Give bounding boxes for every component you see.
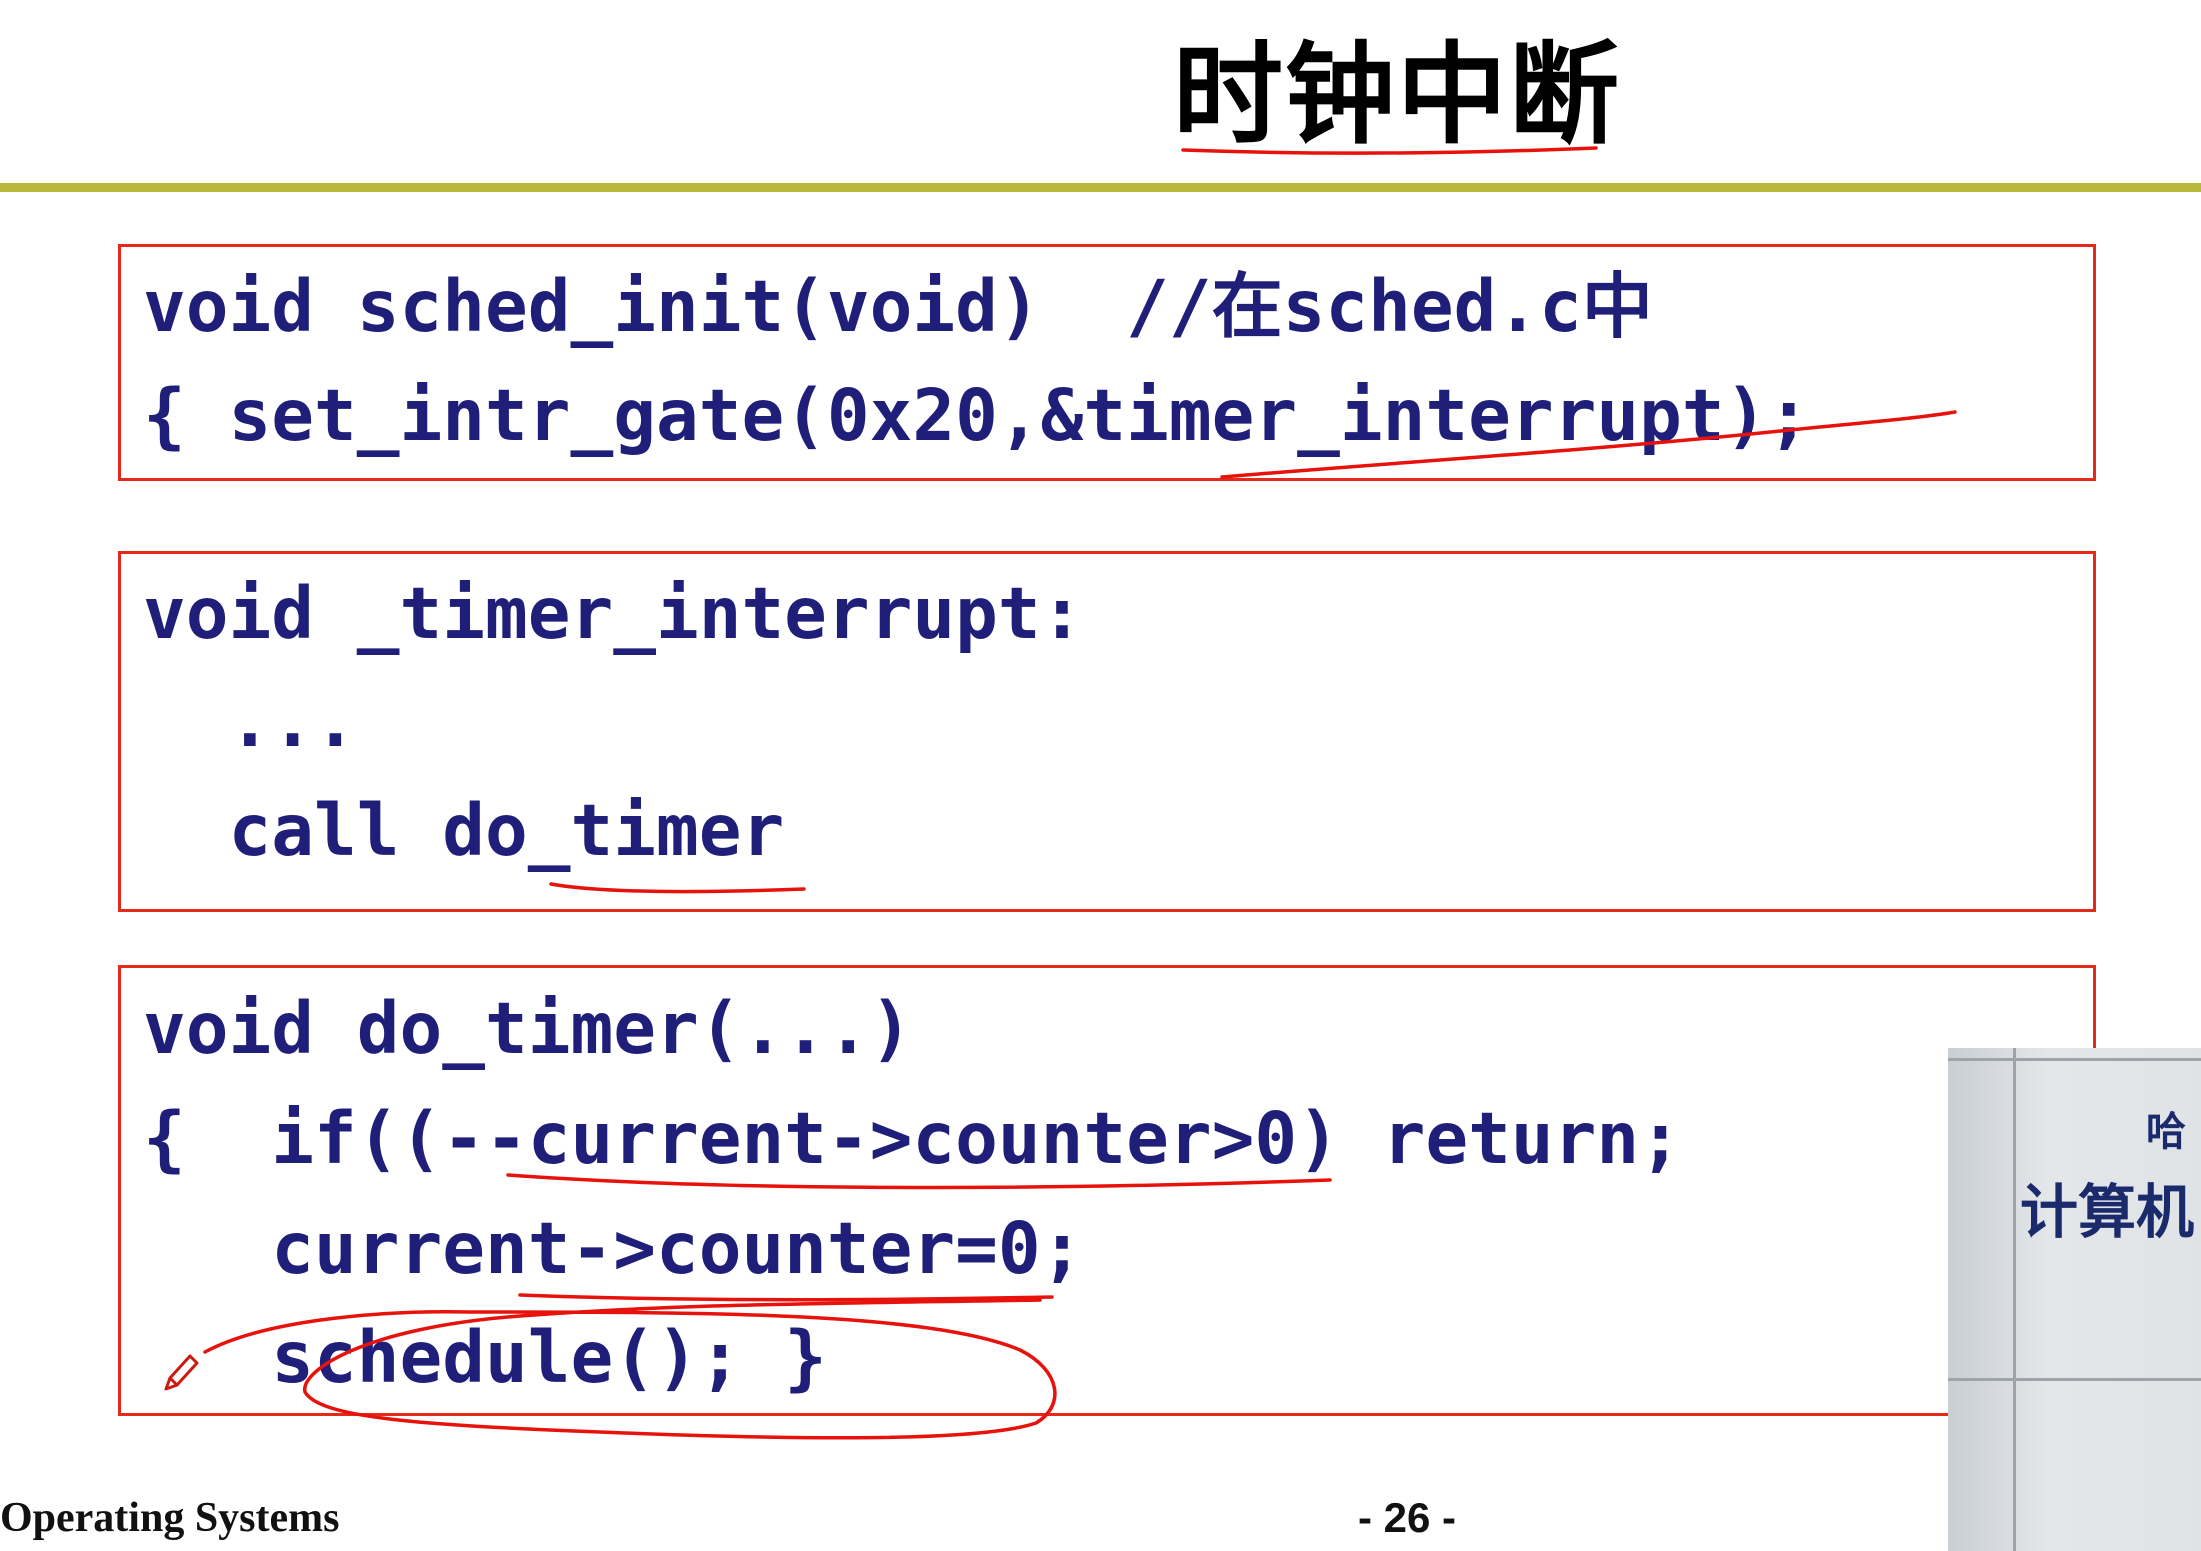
code-line: void _timer_interrupt:	[143, 572, 1084, 655]
code-line: void sched_init(void) //在sched.c中	[143, 265, 1653, 348]
sign-text: 哈	[2146, 1109, 2186, 1155]
footer-page-number: - 26 -	[1358, 1494, 1457, 1541]
webcam-overlay: 哈 计算机	[1948, 1048, 2201, 1551]
slide: 时钟中断 void sched_init(void) //在sched.c中 {…	[0, 0, 2201, 1551]
code-line: ...	[143, 680, 357, 763]
code-line: schedule(); }	[143, 1316, 827, 1399]
code-line: void do_timer(...)	[143, 987, 913, 1070]
code-box-sched-init: void sched_init(void) //在sched.c中 { set_…	[118, 244, 2096, 481]
wall-seam	[2013, 1048, 2016, 1551]
footer-course-name: Operating Systems	[0, 1495, 340, 1541]
wall-seam	[1948, 1378, 2201, 1381]
title-divider	[0, 183, 2201, 192]
slide-title: 时钟中断	[1173, 31, 1621, 159]
code-box-do-timer: void do_timer(...) { if((--current->coun…	[118, 965, 2096, 1416]
sign-text: 计算机	[2020, 1178, 2195, 1246]
code-line: call do_timer	[143, 789, 785, 872]
code-line: { set_intr_gate(0x20,&timer_interrupt);	[143, 374, 1811, 457]
code-line: { if((--current->counter>0) return;	[143, 1097, 1682, 1180]
code-box-timer-interrupt: void _timer_interrupt: ... call do_timer	[118, 551, 2096, 912]
wall-seam	[1948, 1058, 2201, 1061]
code-line: current->counter=0;	[143, 1207, 1084, 1290]
